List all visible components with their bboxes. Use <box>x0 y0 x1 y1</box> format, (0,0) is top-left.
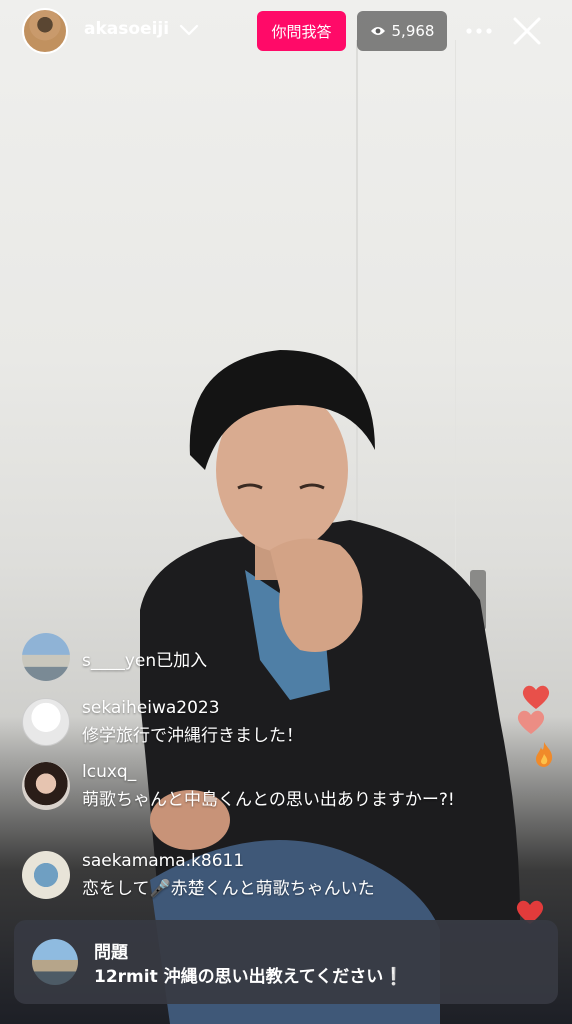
comment-text: 恋をして🎤赤楚くんと萌歌ちゃんいた <box>82 879 375 899</box>
question-text: 12rmit 沖縄の思い出教えてください❕ <box>94 962 404 987</box>
commenter-username[interactable]: saekamama.k8611 <box>82 851 244 871</box>
commenter-username[interactable]: sekaiheiwa2023 <box>82 698 220 718</box>
chevron-down-icon[interactable] <box>178 20 200 40</box>
qa-button[interactable]: 你問我答 <box>257 11 346 51</box>
commenter-avatar[interactable] <box>22 698 70 746</box>
commenter-username[interactable]: lcuxq_ <box>82 762 136 782</box>
fire-icon <box>536 742 553 767</box>
heart-icon <box>517 710 545 734</box>
join-notice: s____yen已加入 <box>82 646 207 671</box>
joined-label: 已加入 <box>156 651 208 671</box>
question-body: 沖縄の思い出教えてください❕ <box>163 967 405 987</box>
host-avatar[interactable] <box>22 8 68 54</box>
host-username[interactable]: akasoeiji <box>84 19 169 39</box>
more-icon[interactable] <box>464 18 494 44</box>
viewer-count-badge[interactable]: 5,968 <box>357 11 447 51</box>
question-card[interactable]: 問題 12rmit 沖縄の思い出教えてください❕ <box>14 920 558 1004</box>
commenter-username[interactable]: s____yen <box>82 651 156 671</box>
viewer-count: 5,968 <box>391 22 435 40</box>
commenter-avatar[interactable] <box>22 762 70 810</box>
question-avatar[interactable] <box>32 939 78 985</box>
eye-icon <box>370 27 385 35</box>
comment-text: 修学旅行で沖縄行きました！ <box>82 726 303 746</box>
heart-icon <box>522 685 550 709</box>
comment-text: 萌歌ちゃんと中島くんとの思い出ありますかー?! <box>82 790 455 810</box>
close-icon[interactable] <box>510 14 544 48</box>
commenter-avatar[interactable] <box>22 633 70 681</box>
live-video-screen: akasoeiji 你問我答 5,968 s____yen已加入 sekaihe… <box>0 0 572 1024</box>
commenter-avatar[interactable] <box>22 851 70 899</box>
question-title: 問題 <box>94 943 128 963</box>
question-username: 12rmit <box>94 967 158 987</box>
